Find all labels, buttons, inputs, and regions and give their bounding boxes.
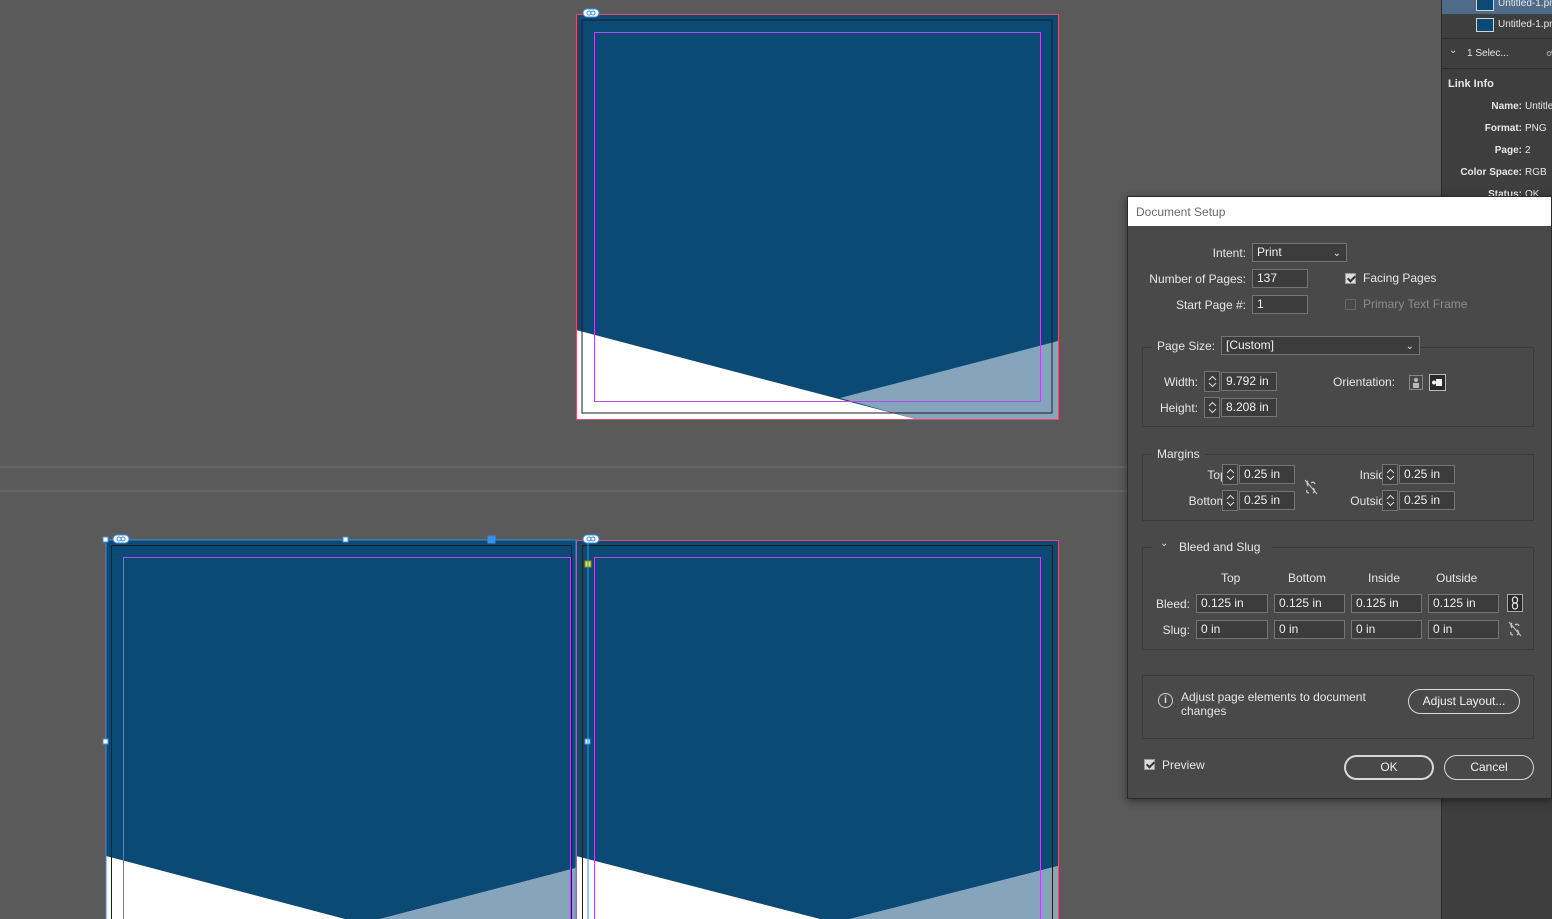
margin-bottom-label: Bottom: xyxy=(1188,494,1230,508)
page-size-label: Page Size: xyxy=(1152,339,1221,353)
width-label: Width: xyxy=(1163,375,1198,389)
facing-pages-label: Facing Pages xyxy=(1363,271,1437,285)
margin-inside-stepper[interactable] xyxy=(1382,464,1398,485)
num-pages-label: Number of Pages: xyxy=(1149,272,1246,286)
dialog-title: Document Setup xyxy=(1136,205,1226,219)
link-info-heading: Link Info xyxy=(1448,78,1494,90)
bleed-outside-field[interactable]: 0.125 in xyxy=(1428,594,1499,613)
start-page-field[interactable]: 1 xyxy=(1252,295,1308,314)
adjust-layout-text: Adjust page elements to document changes xyxy=(1181,690,1366,718)
page-size-select[interactable]: [Custom] ⌄ xyxy=(1221,336,1420,355)
portrait-orientation-icon[interactable] xyxy=(1409,375,1423,390)
intent-select[interactable]: Print ⌄ xyxy=(1252,243,1347,262)
column-top: Top xyxy=(1221,571,1241,585)
margin-outside-stepper[interactable] xyxy=(1382,490,1398,511)
primary-text-frame-checkbox[interactable] xyxy=(1345,299,1356,310)
column-inside: Inside xyxy=(1368,571,1401,585)
bleed-label: Bleed: xyxy=(1155,597,1190,611)
adjust-layout-button[interactable]: Adjust Layout... xyxy=(1408,689,1520,714)
bleed-top-field[interactable]: 0.125 in xyxy=(1196,594,1268,613)
link-thumbnail xyxy=(1476,18,1494,32)
chevron-down-icon: ⌄ xyxy=(1332,248,1341,259)
link-bleed-icon[interactable] xyxy=(1507,594,1523,612)
info-row-format: Format: PNG xyxy=(1484,123,1547,134)
facing-pages-checkbox[interactable] xyxy=(1345,273,1356,284)
bleed-bottom-field[interactable]: 0.125 in xyxy=(1274,594,1345,613)
width-field[interactable]: 9.792 in xyxy=(1221,372,1277,391)
margin-outside-field[interactable]: 0.25 in xyxy=(1399,491,1455,510)
info-row-color-space: Color Space: RGB xyxy=(1460,167,1547,178)
info-row-name: Name: Untitled-1.png xyxy=(1491,101,1552,112)
page-2[interactable] xyxy=(106,540,576,919)
start-page-label: Start Page #: xyxy=(1175,298,1246,312)
page-3[interactable] xyxy=(576,540,1059,919)
column-bottom: Bottom xyxy=(1288,571,1327,585)
link-item[interactable]: Untitled-1.png xyxy=(1442,15,1552,35)
intent-value: Print xyxy=(1257,245,1282,259)
margins-group xyxy=(1142,454,1534,521)
slug-bottom-field[interactable]: 0 in xyxy=(1274,620,1345,639)
column-outside: Outside xyxy=(1436,571,1478,585)
page-size-value: [Custom] xyxy=(1226,338,1275,352)
info-row-page: Page: 2 xyxy=(1494,145,1531,156)
width-stepper[interactable] xyxy=(1204,371,1220,392)
link-name: Untitled-1.png xyxy=(1498,19,1552,30)
margin-bottom-field[interactable]: 0.25 in xyxy=(1239,491,1295,510)
margin-bottom-stepper[interactable] xyxy=(1222,490,1238,511)
link-badge-icon[interactable] xyxy=(582,8,600,18)
primary-text-frame-label: Primary Text Frame xyxy=(1363,297,1468,311)
ok-button[interactable]: OK xyxy=(1344,755,1434,780)
cancel-button[interactable]: Cancel xyxy=(1444,755,1534,780)
page-1[interactable] xyxy=(576,8,1059,420)
intent-label: Intent: xyxy=(1212,246,1246,260)
collapse-chevron-icon[interactable]: ⌄ xyxy=(1160,538,1168,549)
margin-top-field[interactable]: 0.25 in xyxy=(1239,465,1295,484)
height-stepper[interactable] xyxy=(1204,397,1220,418)
link-options-icon[interactable]: ☍ xyxy=(1546,46,1552,59)
link-badge-icon[interactable] xyxy=(112,534,130,544)
document-setup-dialog: Document Setup Intent: Print ⌄ Number of… xyxy=(1127,196,1552,799)
info-icon: i xyxy=(1158,693,1173,708)
bleed-slug-heading: Bleed and Slug xyxy=(1179,540,1261,554)
landscape-orientation-icon[interactable] xyxy=(1429,374,1446,391)
slug-outside-field[interactable]: 0 in xyxy=(1428,620,1499,639)
link-item[interactable]: Untitled-1.png xyxy=(1442,0,1552,14)
slug-top-field[interactable]: 0 in xyxy=(1196,620,1268,639)
dialog-title-bar[interactable]: Document Setup xyxy=(1128,197,1551,226)
margins-heading: Margins xyxy=(1152,447,1205,461)
selection-summary: 1 Selec... xyxy=(1467,48,1509,59)
resize-handle[interactable] xyxy=(342,536,349,543)
link-badge-icon[interactable] xyxy=(582,534,600,544)
chevron-down-icon: ⌄ xyxy=(1405,341,1414,352)
margin-top-stepper[interactable] xyxy=(1222,464,1238,485)
preview-label: Preview xyxy=(1162,758,1205,772)
resize-handle[interactable] xyxy=(102,738,109,745)
margin-top-label: Top: xyxy=(1207,468,1230,482)
resize-handle[interactable] xyxy=(487,535,496,544)
height-label: Height: xyxy=(1159,401,1198,415)
slug-inside-field[interactable]: 0 in xyxy=(1351,620,1422,639)
unlink-slug-icon[interactable] xyxy=(1508,621,1522,640)
link-thumbnail xyxy=(1476,0,1494,11)
collapse-chevron-icon[interactable]: ⌄ xyxy=(1449,45,1457,56)
bleed-inside-field[interactable]: 0.125 in xyxy=(1351,594,1422,613)
slug-label: Slug: xyxy=(1162,623,1190,637)
margin-inside-field[interactable]: 0.25 in xyxy=(1399,465,1455,484)
preview-checkbox[interactable] xyxy=(1144,759,1155,770)
num-pages-field[interactable]: 137 xyxy=(1252,269,1308,288)
resize-handle[interactable] xyxy=(102,536,109,543)
orientation-label: Orientation: xyxy=(1333,375,1396,389)
link-name: Untitled-1.png xyxy=(1498,0,1552,9)
height-field[interactable]: 8.208 in xyxy=(1221,398,1277,417)
